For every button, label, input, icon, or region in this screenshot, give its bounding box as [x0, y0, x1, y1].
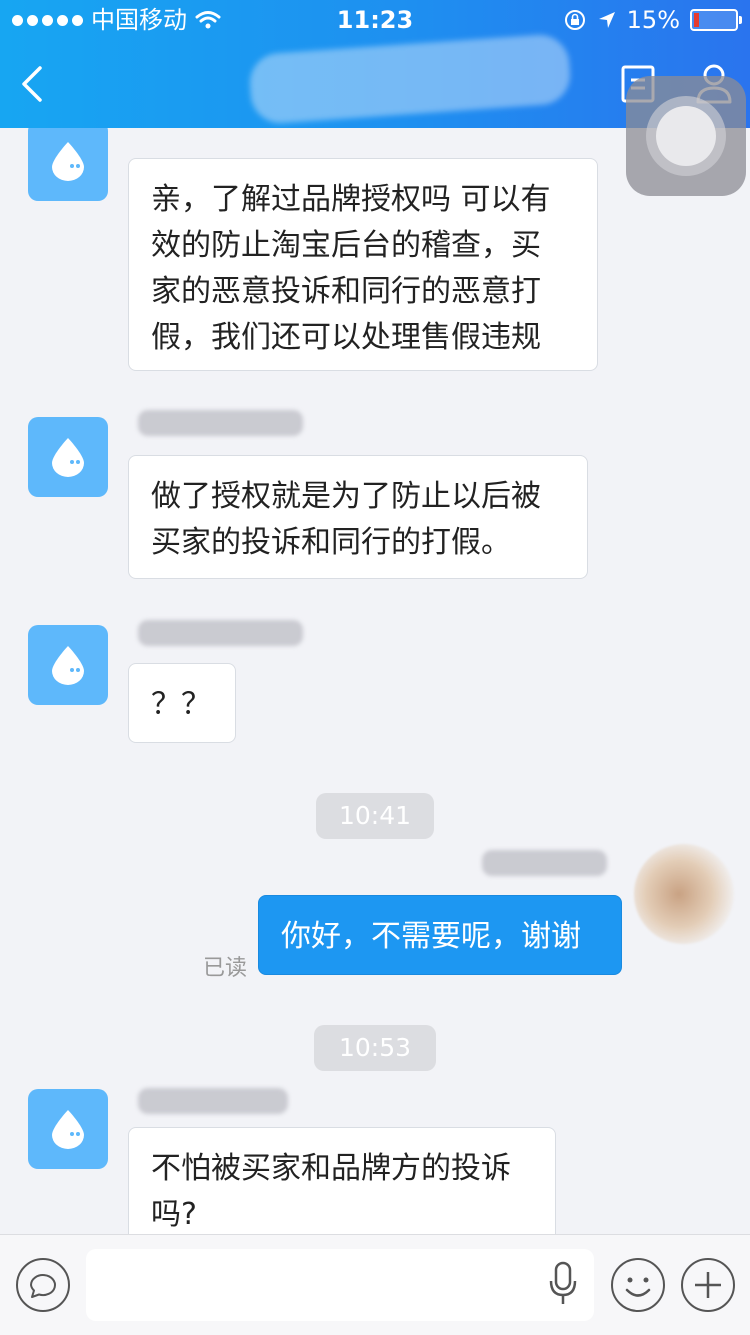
input-toolbar [0, 1234, 750, 1335]
message-input[interactable] [86, 1249, 594, 1321]
contact-avatar[interactable] [28, 121, 108, 201]
drop-mascot-icon [52, 1110, 84, 1149]
read-receipt: 已读 [203, 956, 248, 981]
message-text-line: 效的防止淘宝后台的稽查，买 [151, 228, 541, 263]
location-arrow-icon [598, 12, 615, 28]
drop-mascot-icon [52, 438, 84, 477]
status-bar: 中国移动 11:23 15% [0, 0, 750, 40]
message-text-line: ？？ [151, 687, 211, 722]
emoji-icon[interactable] [610, 1257, 666, 1313]
redacted-sender-name [482, 850, 607, 876]
message-text-line: 假，我们还可以处理售假违规 [151, 320, 541, 355]
message-text-line: 家的恶意投诉和同行的恶意打 [151, 274, 541, 309]
chevron-left-icon[interactable] [14, 62, 54, 106]
message-text-line: 你好，不需要呢，谢谢 [281, 919, 581, 954]
timestamp-divider: 10:41 [316, 793, 434, 839]
microphone-icon[interactable] [548, 1261, 578, 1307]
chat-bubble-icon[interactable] [15, 1257, 71, 1313]
message-bubble[interactable]: 做了授权就是为了防止以后被 买家的投诉和同行的打假。 [128, 455, 588, 579]
redacted-sender-name [138, 1088, 288, 1114]
redacted-sender-name [138, 410, 303, 436]
message-text-line: 吗? [151, 1197, 197, 1232]
plus-icon[interactable] [680, 1257, 736, 1313]
contact-avatar[interactable] [28, 625, 108, 705]
drop-mascot-icon [52, 646, 84, 685]
my-message-bubble[interactable]: 你好，不需要呢，谢谢 [258, 895, 622, 975]
drop-mascot-icon [52, 142, 84, 181]
message-text-line: 不怕被买家和品牌方的投诉 [151, 1151, 511, 1186]
my-avatar[interactable] [634, 844, 734, 944]
contact-avatar[interactable] [28, 1089, 108, 1169]
battery-percent: 15% [626, 6, 680, 34]
message-bubble[interactable]: ？？ [128, 663, 236, 743]
message-text-line: 买家的投诉和同行的打假。 [151, 525, 511, 560]
redacted-title [247, 32, 573, 126]
assistive-touch-button[interactable] [626, 76, 746, 196]
battery-icon [690, 9, 742, 31]
message-text-line: 亲，了解过品牌授权吗 可以有 [151, 182, 551, 217]
contact-avatar[interactable] [28, 417, 108, 497]
message-bubble[interactable]: 亲，了解过品牌授权吗 可以有 效的防止淘宝后台的稽查，买 家的恶意投诉和同行的恶… [128, 158, 598, 371]
message-text-line: 做了授权就是为了防止以后被 [151, 479, 541, 514]
orientation-lock-icon [564, 10, 585, 30]
timestamp-divider: 10:53 [314, 1025, 436, 1071]
redacted-sender-name [138, 620, 303, 646]
status-right: 15% [563, 0, 742, 40]
